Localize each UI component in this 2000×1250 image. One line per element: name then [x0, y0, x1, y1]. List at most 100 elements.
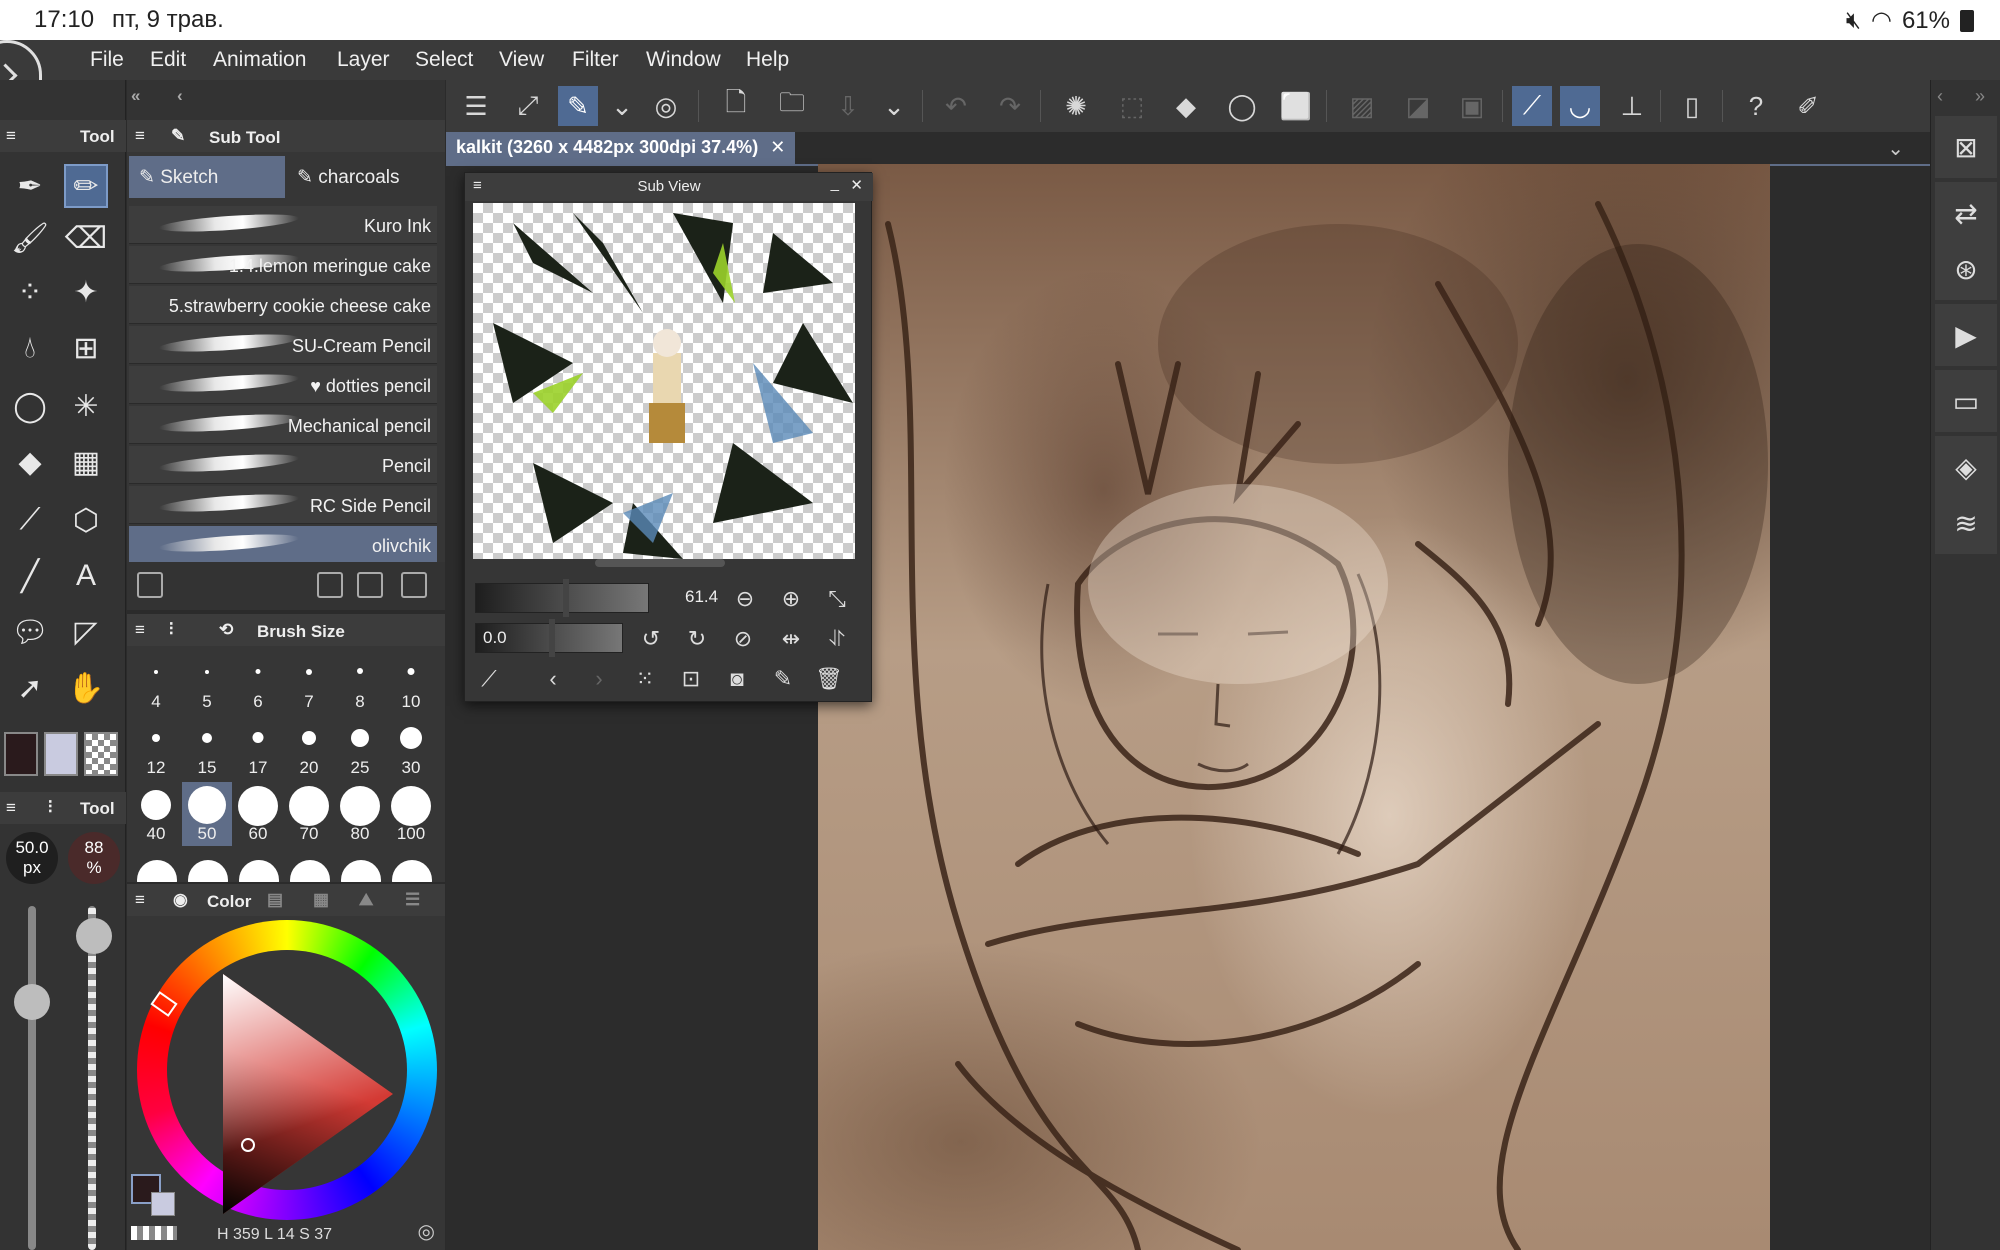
eyedropper-icon-2[interactable]: ⟋ [475, 665, 503, 693]
list-item[interactable]: RC Side Pencil [129, 486, 437, 524]
color-wheel-tab-icon[interactable]: ◉ [173, 890, 188, 910]
camera-icon[interactable]: ◙ [723, 665, 751, 693]
menu-window[interactable]: Window [646, 48, 721, 72]
size-preset-40[interactable]: 40 [131, 782, 181, 846]
list-item[interactable]: Kuro Ink [129, 206, 437, 244]
size-preset-4[interactable]: 4 [131, 650, 181, 714]
chevron-left-icon-2[interactable]: ‹ [1937, 86, 1943, 107]
opacity-badge[interactable]: 88 % [68, 832, 120, 884]
brush-size-slider[interactable] [28, 906, 36, 1250]
transform-icon[interactable]: ⬜ [1276, 86, 1316, 126]
brush-size-slider-knob[interactable] [14, 984, 50, 1020]
size-preset-6[interactable]: 6 [233, 650, 283, 714]
rotation-slider-handle[interactable] [549, 619, 555, 657]
brush-tool-icon[interactable]: 🖌︎ [8, 216, 52, 260]
transparent-color-swatch[interactable] [84, 732, 118, 776]
device-icon[interactable]: ▯ [1672, 86, 1712, 126]
fit-window-icon[interactable]: ⤡ [823, 585, 851, 613]
menu-filter[interactable]: Filter [572, 48, 619, 72]
zoom-slider-handle[interactable] [563, 579, 569, 617]
edit-image-icon[interactable]: ✎ [769, 665, 797, 693]
smart-tool-icon[interactable]: ◎ [646, 86, 686, 126]
size-preset-60[interactable]: 60 [233, 782, 283, 846]
size-preset-7[interactable]: 7 [284, 650, 334, 714]
magic-wand-icon[interactable]: ✳ [64, 384, 108, 428]
loading-icon[interactable]: ✺ [1056, 86, 1096, 126]
size-preset-12[interactable]: 12 [131, 716, 181, 780]
ruler-snap-icon[interactable]: ⟋ [1512, 86, 1552, 126]
color-set-tab-icon[interactable]: ▦ [313, 890, 329, 910]
lasso-tool-icon[interactable]: ◯ [8, 384, 52, 428]
tab-sketch[interactable]: ✎ Sketch [129, 156, 285, 198]
size-preset-5[interactable]: 5 [182, 650, 232, 714]
trash-icon[interactable] [401, 572, 427, 598]
menu-select[interactable]: Select [415, 48, 473, 72]
blend-tool-icon[interactable]: 💧︎ [8, 326, 52, 370]
close-tab-icon[interactable]: ✕ [770, 137, 785, 157]
menu-icon-5[interactable]: ≡ [135, 890, 145, 910]
menu-icon-3[interactable]: ≡ [135, 126, 145, 146]
chevron-down-icon-2[interactable]: ⌄ [874, 86, 914, 126]
delete-image-icon[interactable]: 🗑︎ [815, 665, 843, 693]
quick-tool-icon[interactable]: ✎ [558, 86, 598, 126]
rotate-right-icon[interactable]: ↻ [683, 625, 711, 653]
fill-bucket-icon[interactable]: ◆ [1166, 86, 1206, 126]
slider-settings-icon[interactable]: ⫶ [169, 620, 173, 640]
duplicate-icon[interactable] [357, 572, 383, 598]
flip-vertical-icon[interactable]: ⥯ [823, 625, 851, 653]
color-slider-tab-icon[interactable]: ▤ [267, 890, 283, 910]
navigator-icon[interactable]: ⊠ [1935, 116, 1997, 178]
sub-color-chip[interactable] [151, 1192, 175, 1216]
reset-rotation-icon[interactable]: ⊘ [729, 625, 757, 653]
snap-special-icon[interactable]: ⊥ [1612, 86, 1652, 126]
redo-icon[interactable]: ↷ [990, 86, 1030, 126]
intermediate-color-tab-icon[interactable]: ⛰ [359, 890, 373, 910]
sub-view-title-bar[interactable]: ≡ Sub View _ ✕ [465, 173, 873, 201]
list-item[interactable]: 5.strawberry cookie cheese cake [129, 286, 437, 324]
eyedropper-icon[interactable]: ⟋ [8, 498, 52, 542]
menu-icon-2[interactable]: ≡ [6, 798, 16, 818]
menu-layer[interactable]: Layer [337, 48, 390, 72]
animation-timeline-icon[interactable]: ▶ [1935, 304, 1997, 366]
drawing-canvas[interactable] [818, 164, 1770, 1250]
import-icon[interactable] [317, 572, 343, 598]
menu-help[interactable]: Help [746, 48, 789, 72]
sub-view-scrollbar[interactable] [595, 559, 725, 567]
list-item[interactable]: SU-Cream Pencil [129, 326, 437, 364]
tab-list-chevron-icon[interactable]: ⌄ [1887, 136, 1904, 161]
open-folder-icon[interactable]: 🗀︎ [772, 86, 812, 126]
transparent-chip[interactable] [131, 1226, 177, 1240]
main-color-swatch[interactable] [4, 732, 38, 776]
pencil-tool-icon[interactable]: ✏ [64, 164, 108, 208]
edit-pen-icon[interactable]: ✐ [1788, 86, 1828, 126]
text-tool-icon[interactable]: A [64, 554, 108, 598]
zoom-in-icon[interactable]: ⊕ [777, 585, 805, 613]
rotate-left-icon[interactable]: ↺ [637, 625, 665, 653]
image-grid-icon[interactable]: ⁙ [631, 665, 659, 693]
color-picker-marker[interactable] [241, 1138, 255, 1152]
pen-tool-icon[interactable]: ✒ [8, 164, 52, 208]
close-icon[interactable]: ✕ [850, 176, 863, 194]
help-icon[interactable]: ? [1736, 86, 1776, 126]
size-preset-100[interactable]: 100 [386, 782, 436, 846]
menu-icon[interactable]: ≡ [6, 126, 16, 146]
menu-edit[interactable]: Edit [150, 48, 186, 72]
eraser-tool-icon[interactable]: ⌫ [64, 216, 108, 260]
list-item[interactable]: 1.4.lemon meringue cake [129, 246, 437, 284]
size-preset-8[interactable]: 8 [335, 650, 385, 714]
next-image-icon[interactable]: › [585, 665, 613, 693]
layers-icon[interactable]: ≋ [1935, 492, 1997, 554]
zoom-out-icon[interactable]: ⊖ [731, 585, 759, 613]
list-item[interactable]: ♥ dotties pencil [129, 366, 437, 404]
material-icon[interactable]: ◈ [1935, 436, 1997, 498]
opacity-slider-knob[interactable] [76, 918, 112, 954]
size-preset-15[interactable]: 15 [182, 716, 232, 780]
menu-file[interactable]: File [90, 48, 124, 72]
search-layer-icon[interactable]: ⊛ [1935, 238, 1997, 300]
size-preset-80[interactable]: 80 [335, 782, 385, 846]
lasso-icon[interactable]: ◯ [1222, 86, 1262, 126]
zoom-slider[interactable] [475, 583, 649, 613]
previous-image-icon[interactable]: ‹ [539, 665, 567, 693]
gradient-tool-icon[interactable]: ▦ [64, 440, 108, 484]
save-icon[interactable]: ⇩ [828, 86, 868, 126]
